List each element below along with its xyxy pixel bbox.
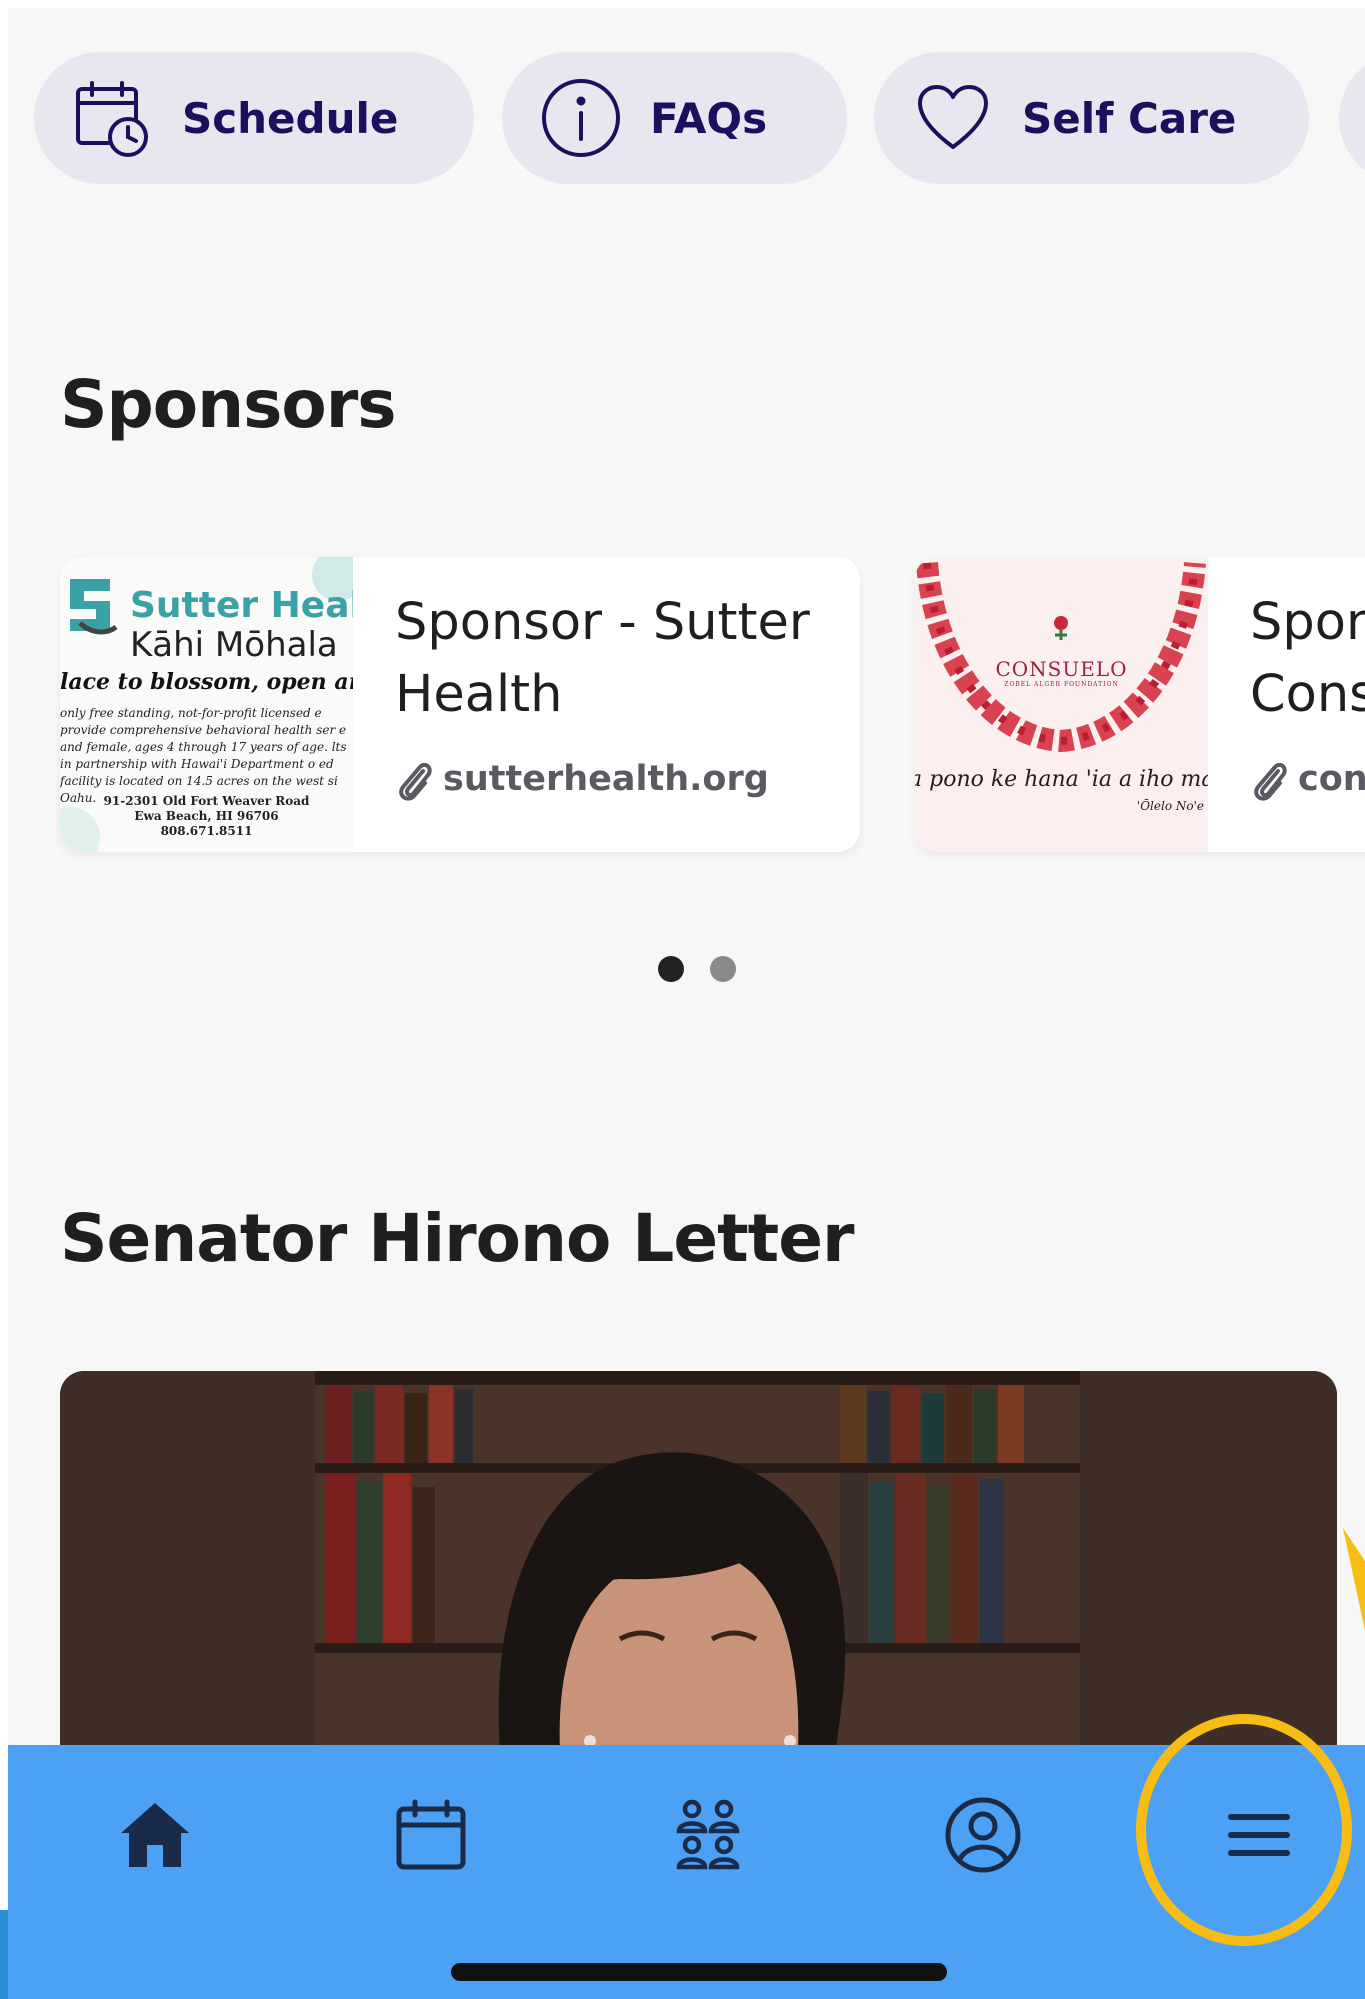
home-indicator[interactable] [451, 1963, 947, 1981]
sponsor-link[interactable]: sutterhealth.org [395, 757, 769, 801]
self-care-label: Self Care [1022, 93, 1237, 143]
consuelo-wordmark-sub: ZOBEL ALGER FOUNDATION [1004, 681, 1119, 688]
sponsor-name: Sponsor - Sutter Health [395, 593, 810, 724]
pagination-dot[interactable] [710, 956, 736, 982]
sponsor-link-text: con [1298, 759, 1365, 799]
schedule-button[interactable]: Schedule [34, 52, 474, 184]
address-line: 808.671.8511 [160, 824, 253, 838]
sponsors-title: Sponsors [60, 366, 397, 443]
info-circle-icon [540, 77, 622, 159]
sponsor-pagination [658, 956, 736, 982]
senator-letter-card[interactable] [60, 1371, 1337, 1751]
self-care-button[interactable]: Self Care [874, 52, 1309, 184]
bottom-navigation-bar [8, 1745, 1365, 1999]
window-edge [0, 1910, 8, 1999]
menu-icon [1228, 1814, 1290, 1856]
sponsor-card-sutter[interactable]: Sutter Health Kāhi Mōhala lace to blosso… [60, 557, 860, 852]
quick-actions-bar: Schedule FAQs Self Care [34, 52, 1365, 184]
consuelo-quote: a pono ke hana 'ia a iho mai nā [915, 767, 1208, 792]
letter-title: Senator Hirono Letter [60, 1200, 855, 1277]
sutter-sub-text: Kāhi Mōhala [130, 625, 338, 665]
sutter-tagline: lace to blossom, open and sh [60, 669, 353, 695]
sutter-description: only free standing, not-for-profit licen… [60, 706, 347, 805]
consuelo-quote-source: 'Ōlelo No'e [1136, 799, 1204, 813]
home-icon [121, 1803, 189, 1867]
nav-profile-button[interactable] [933, 1785, 1033, 1885]
calendar-clock-icon [72, 77, 154, 159]
nav-menu-button[interactable] [1209, 1785, 1309, 1885]
heart-icon [912, 77, 994, 159]
sponsor-card-consuelo[interactable]: CONSUELO ZOBEL ALGER FOUNDATION a pono k… [915, 557, 1365, 852]
paperclip-icon [399, 762, 432, 801]
annotation-arrow-icon [1343, 1528, 1365, 1631]
sutter-mark-icon [70, 579, 118, 635]
address-line: 91-2301 Old Fort Weaver Road [103, 794, 310, 808]
people-icon [676, 1799, 740, 1870]
nav-home-button[interactable] [105, 1785, 205, 1885]
consuelo-wordmark: CONSUELO [995, 657, 1128, 681]
user-circle-icon [945, 1797, 1021, 1873]
app-screen: Schedule FAQs Self Care Sponsors Sutter … [8, 8, 1365, 1999]
nav-people-button[interactable] [658, 1785, 758, 1885]
nav-schedule-button[interactable] [381, 1785, 481, 1885]
pagination-dot-active[interactable] [658, 956, 684, 982]
faqs-label: FAQs [650, 93, 768, 143]
paperclip-icon [1254, 762, 1287, 801]
sponsor-link[interactable]: con [1250, 757, 1365, 801]
sponsor-name: Spon Cons [1250, 593, 1365, 724]
sponsor-logo-sutter: Sutter Health Kāhi Mōhala lace to blosso… [60, 557, 353, 852]
calendar-icon [396, 1799, 466, 1870]
faqs-button[interactable]: FAQs [502, 52, 847, 184]
more-quick-action-button[interactable] [1339, 52, 1365, 184]
senator-photo [60, 1371, 1337, 1751]
address-line: Ewa Beach, HI 96706 [134, 809, 279, 823]
schedule-label: Schedule [182, 93, 399, 143]
sponsor-logo-consuelo: CONSUELO ZOBEL ALGER FOUNDATION a pono k… [915, 557, 1208, 852]
sutter-address: 91-2301 Old Fort Weaver Road Ewa Beach, … [60, 794, 353, 839]
sutter-brand-text: Sutter Health [130, 585, 353, 626]
sponsor-link-text: sutterhealth.org [443, 759, 769, 799]
